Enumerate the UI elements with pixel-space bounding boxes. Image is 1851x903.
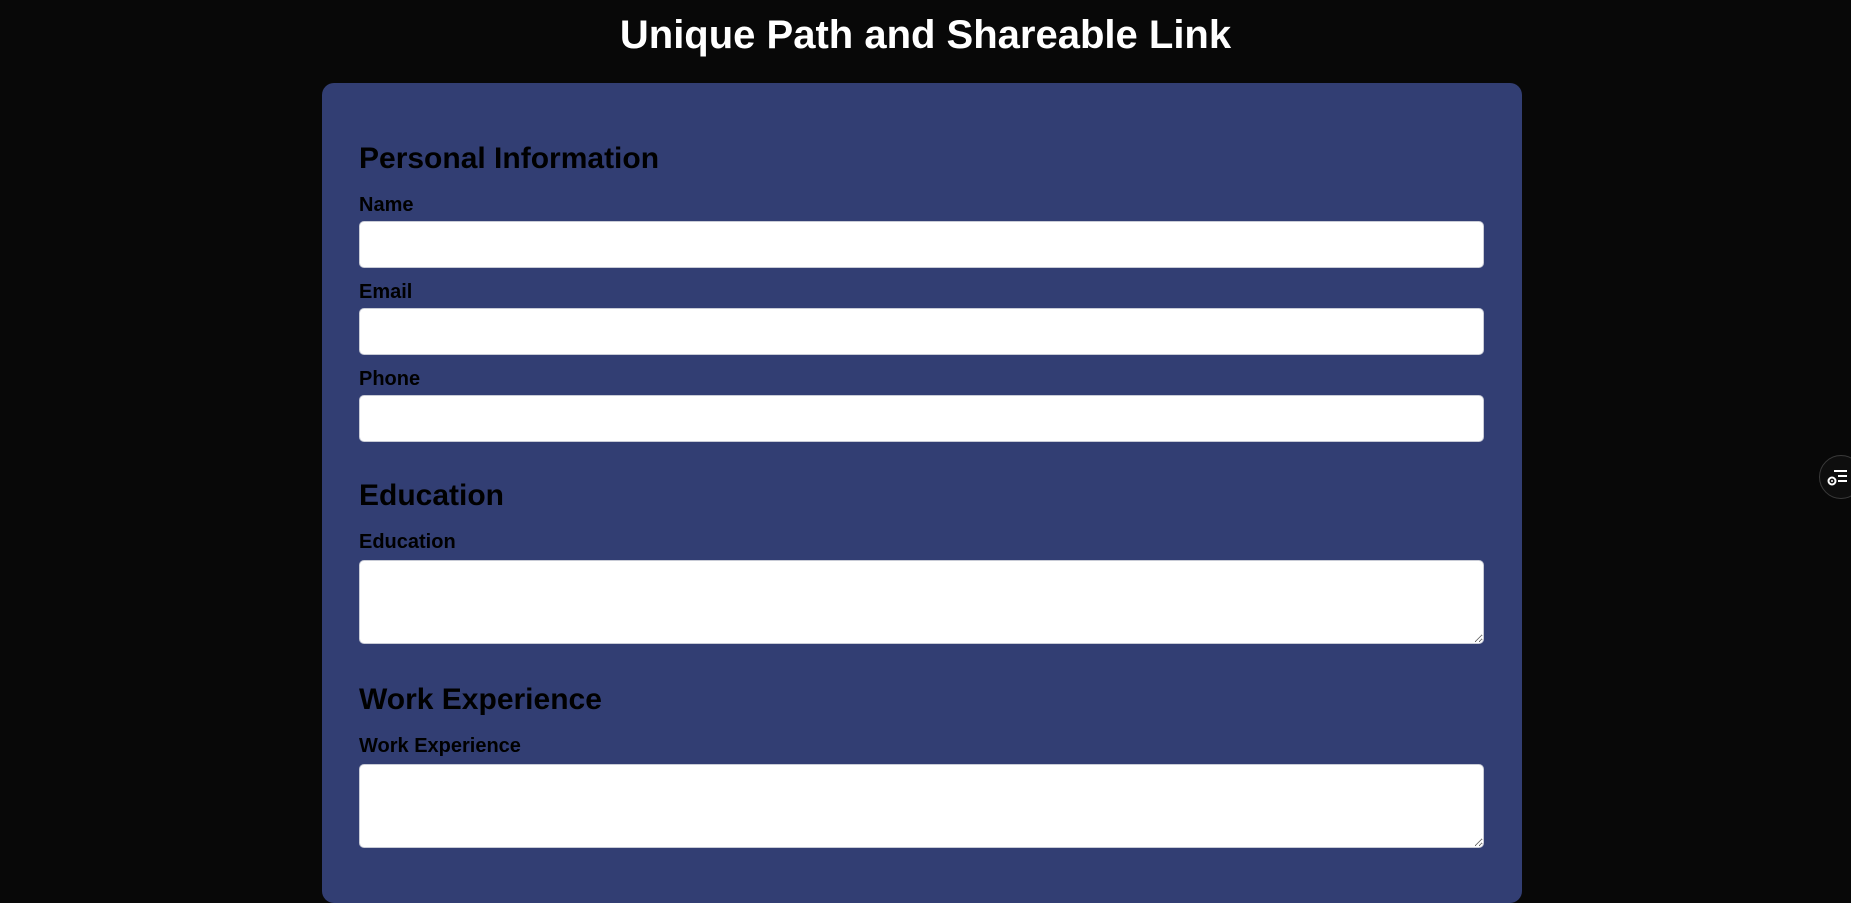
list-settings-icon bbox=[1827, 470, 1847, 486]
email-input[interactable] bbox=[359, 308, 1484, 355]
email-label: Email bbox=[359, 281, 413, 303]
resume-form: Personal Information Name Email Phone Ed… bbox=[322, 83, 1522, 903]
name-label: Name bbox=[359, 194, 414, 216]
floating-side-button[interactable] bbox=[1819, 455, 1851, 499]
work-experience-label: Work Experience bbox=[359, 735, 521, 757]
phone-label: Phone bbox=[359, 368, 421, 390]
page-title: Unique Path and Shareable Link bbox=[619, 13, 1232, 57]
name-input[interactable] bbox=[359, 221, 1484, 268]
phone-input[interactable] bbox=[359, 395, 1484, 442]
education-textarea[interactable] bbox=[359, 560, 1484, 644]
education-label: Education bbox=[359, 531, 456, 553]
section-title-education: Education bbox=[359, 479, 505, 512]
section-title-work-experience: Work Experience bbox=[359, 683, 602, 716]
work-experience-textarea[interactable] bbox=[359, 764, 1484, 848]
section-title-personal-information: Personal Information bbox=[359, 142, 660, 175]
